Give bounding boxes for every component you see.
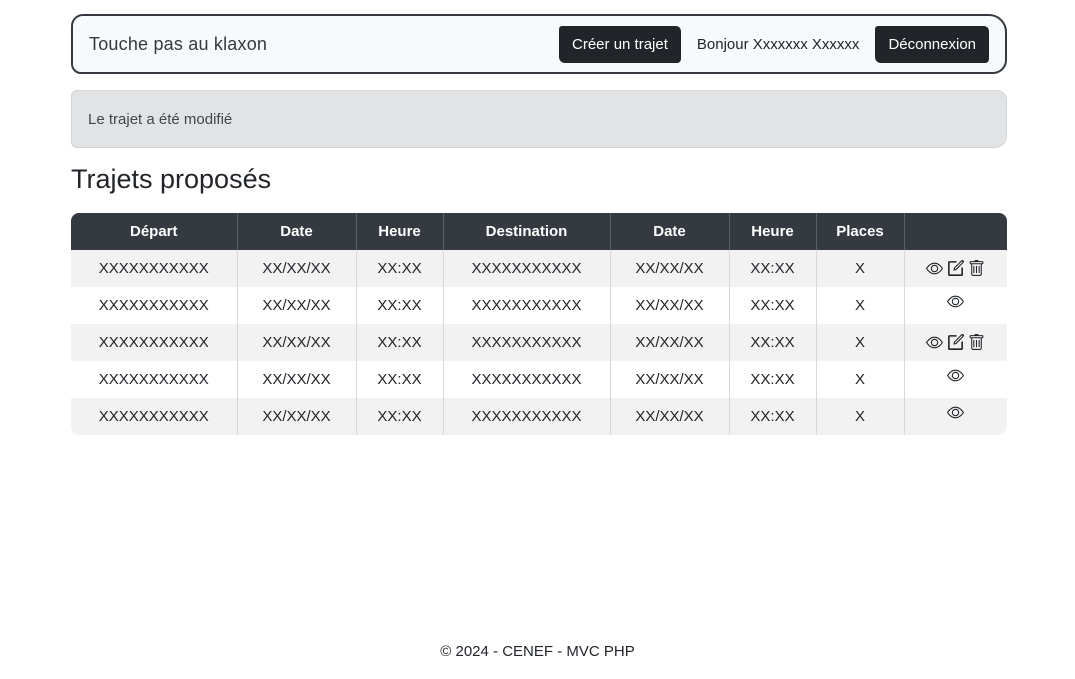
trash-icon[interactable] [968,334,985,351]
cell-date-depart: XX/XX/XX [237,324,357,361]
cell-heure-depart: XX:XX [356,361,444,398]
cell-places: X [816,287,905,324]
cell-places: X [816,324,905,361]
table-row: XXXXXXXXXXX XX/XX/XX XX:XX XXXXXXXXXXX XX/XX… [71,361,1007,398]
col-header-actions [904,213,1007,250]
cell-places: X [816,398,905,435]
cell-heure-depart: XX:XX [356,287,444,324]
cell-depart: XXXXXXXXXXX [71,287,238,324]
cell-date-depart: XX/XX/XX [237,250,357,287]
cell-depart: XXXXXXXXXXX [71,324,238,361]
table-body: XXXXXXXXXXX XX/XX/XX XX:XX XXXXXXXXXXX XX/XX… [71,250,1007,435]
cell-date-depart: XX/XX/XX [237,398,357,435]
cell-date-arrivee: XX/XX/XX [610,361,730,398]
cell-date-arrivee: XX/XX/XX [610,287,730,324]
eye-icon[interactable] [947,367,965,384]
edit-icon[interactable] [947,260,965,277]
row-actions [947,404,965,421]
cell-destination: XXXXXXXXXXX [443,398,611,435]
eye-icon[interactable] [947,404,965,421]
cell-actions [904,287,1007,324]
trips-table: Départ Date Heure Destination Date Heure… [71,213,1007,435]
table-row: XXXXXXXXXXX XX/XX/XX XX:XX XXXXXXXXXXX XX/XX… [71,398,1007,435]
cell-heure-depart: XX:XX [356,324,444,361]
page: Touche pas au klaxon Créer un trajet Bon… [0,0,1075,679]
row-actions [947,367,965,384]
cell-actions [904,361,1007,398]
cell-heure-arrivee: XX:XX [729,398,817,435]
cell-heure-depart: XX:XX [356,398,444,435]
cell-depart: XXXXXXXXXXX [71,398,238,435]
row-actions [926,334,985,351]
eye-icon[interactable] [947,293,965,310]
col-header-places: Places [816,213,905,250]
row-actions [947,293,965,310]
cell-heure-arrivee: XX:XX [729,250,817,287]
footer: © 2024 - CENEF - MVC PHP [0,643,1075,660]
col-header-depart: Départ [71,213,238,250]
status-alert: Le trajet a été modifié [71,90,1007,148]
navbar-right: Créer un trajet Bonjour Xxxxxxx Xxxxxx D… [559,25,989,63]
cell-depart: XXXXXXXXXXX [71,361,238,398]
trash-icon[interactable] [968,260,985,277]
table-row: XXXXXXXXXXX XX/XX/XX XX:XX XXXXXXXXXXX XX/XX… [71,250,1007,287]
cell-date-arrivee: XX/XX/XX [610,398,730,435]
cell-date-depart: XX/XX/XX [237,287,357,324]
col-header-destination: Destination [443,213,611,250]
table-row: XXXXXXXXXXX XX/XX/XX XX:XX XXXXXXXXXXX XX/XX… [71,287,1007,324]
logout-button[interactable]: Déconnexion [875,25,989,63]
cell-places: X [816,361,905,398]
user-greeting: Bonjour Xxxxxxx Xxxxxx [696,35,860,53]
footer-text: © 2024 - CENEF - MVC PHP [440,643,635,660]
cell-heure-arrivee: XX:XX [729,361,817,398]
cell-actions [904,398,1007,435]
cell-actions [904,250,1007,287]
header-row: Départ Date Heure Destination Date Heure… [71,213,1007,250]
col-header-heure-arrivee: Heure [729,213,817,250]
col-header-date-arrivee: Date [610,213,730,250]
brand-title[interactable]: Touche pas au klaxon [89,34,267,55]
col-header-heure-depart: Heure [356,213,444,250]
eye-icon[interactable] [926,260,944,277]
cell-depart: XXXXXXXXXXX [71,250,238,287]
eye-icon[interactable] [926,334,944,351]
cell-destination: XXXXXXXXXXX [443,324,611,361]
trips-table-wrapper: Départ Date Heure Destination Date Heure… [71,213,1007,435]
cell-heure-depart: XX:XX [356,250,444,287]
cell-destination: XXXXXXXXXXX [443,361,611,398]
col-header-date-depart: Date [237,213,357,250]
cell-date-arrivee: XX/XX/XX [610,324,730,361]
cell-destination: XXXXXXXXXXX [443,250,611,287]
navbar: Touche pas au klaxon Créer un trajet Bon… [71,14,1007,74]
cell-date-arrivee: XX/XX/XX [610,250,730,287]
table-head: Départ Date Heure Destination Date Heure… [71,213,1007,250]
page-title: Trajets proposés [71,164,272,194]
cell-places: X [816,250,905,287]
create-trip-button[interactable]: Créer un trajet [559,25,681,63]
cell-heure-arrivee: XX:XX [729,287,817,324]
alert-message: Le trajet a été modifié [88,110,233,128]
cell-destination: XXXXXXXXXXX [443,287,611,324]
table-row: XXXXXXXXXXX XX/XX/XX XX:XX XXXXXXXXXXX XX/XX… [71,324,1007,361]
cell-date-depart: XX/XX/XX [237,361,357,398]
edit-icon[interactable] [947,334,965,351]
cell-heure-arrivee: XX:XX [729,324,817,361]
cell-actions [904,324,1007,361]
row-actions [926,260,985,277]
